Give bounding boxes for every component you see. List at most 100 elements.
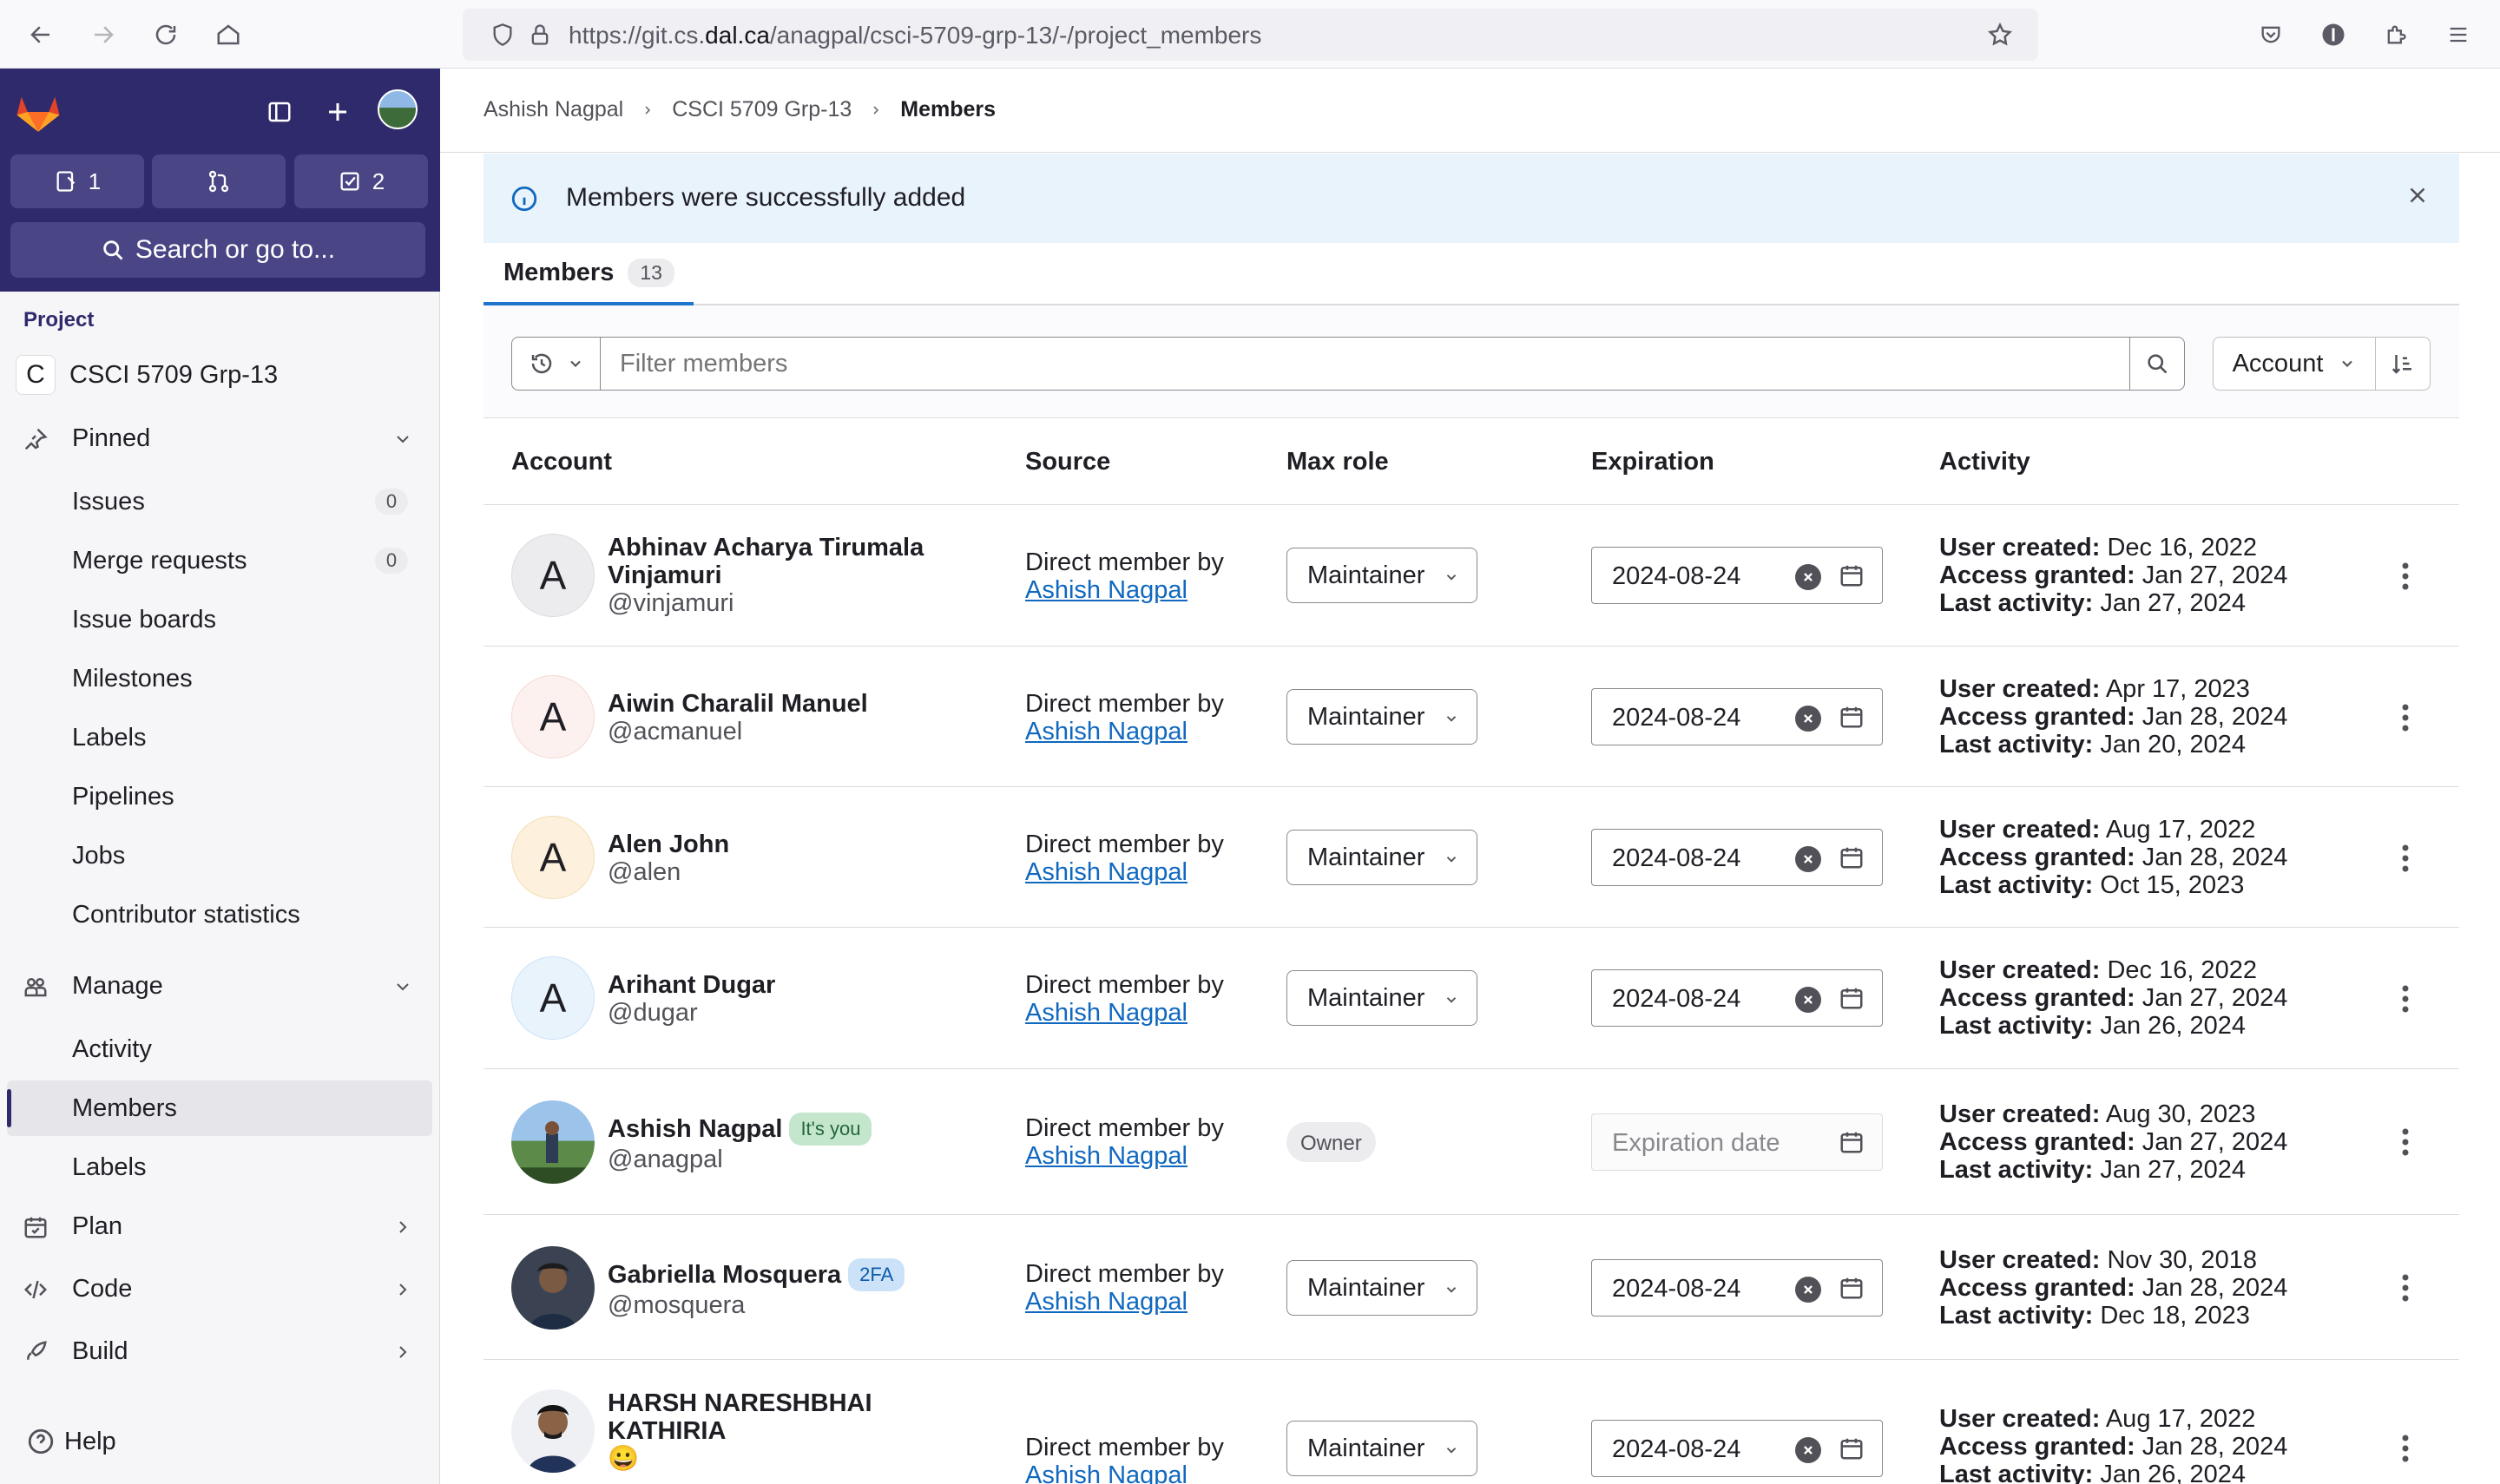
clear-icon[interactable] bbox=[1795, 1437, 1821, 1463]
clear-icon[interactable] bbox=[1795, 987, 1821, 1013]
role-dropdown[interactable]: Maintainer bbox=[1286, 689, 1477, 745]
source-user-link[interactable]: Ashish Nagpal bbox=[1025, 858, 1224, 886]
todos-counter-button[interactable]: 2 bbox=[294, 154, 428, 208]
url-text[interactable]: https://git.cs.dal.ca/anagpal/csci-5709-… bbox=[569, 22, 1261, 49]
calendar-icon[interactable] bbox=[1839, 844, 1865, 870]
source-user-link[interactable]: Ashish Nagpal bbox=[1025, 1142, 1224, 1170]
merge-requests-counter-button[interactable] bbox=[152, 154, 286, 208]
extension-info-icon[interactable] bbox=[2312, 14, 2354, 56]
member-name[interactable]: Abhinav Acharya Tirumala Vinjamuri @vinja… bbox=[608, 534, 972, 617]
role-dropdown[interactable]: Maintainer bbox=[1286, 1260, 1477, 1316]
expiration-date-input[interactable]: 2024-08-24 bbox=[1591, 1420, 1883, 1477]
breadcrumb-current[interactable]: Members bbox=[900, 97, 996, 122]
member-name[interactable]: Gabriella Mosquera 2FA @mosquera bbox=[608, 1258, 1016, 1319]
sort-direction-button[interactable] bbox=[2375, 337, 2431, 391]
source-user-link[interactable]: Ashish Nagpal bbox=[1025, 1288, 1224, 1316]
expiration-date-input[interactable]: 2024-08-24 bbox=[1591, 829, 1883, 886]
sidebar-item-manage-labels[interactable]: Labels bbox=[0, 1139, 440, 1195]
clear-icon[interactable] bbox=[1795, 706, 1821, 732]
sidebar-item-merge-requests[interactable]: Merge requests 0 bbox=[0, 533, 440, 588]
avatar[interactable]: A bbox=[511, 816, 595, 899]
more-actions-icon[interactable] bbox=[2390, 1267, 2421, 1309]
breadcrumb-user[interactable]: Ashish Nagpal bbox=[484, 97, 623, 122]
more-actions-icon[interactable] bbox=[2390, 697, 2421, 739]
clear-icon[interactable] bbox=[1795, 1277, 1821, 1303]
close-icon[interactable] bbox=[2405, 182, 2431, 208]
sidebar-item-members[interactable]: Members bbox=[7, 1080, 432, 1136]
sidebar-item-pipelines[interactable]: Pipelines bbox=[0, 769, 440, 824]
role-dropdown[interactable]: Maintainer bbox=[1286, 1421, 1477, 1476]
expiration-date-input[interactable]: 2024-08-24 bbox=[1591, 547, 1883, 604]
pocket-icon[interactable] bbox=[2250, 14, 2292, 56]
hamburger-menu-icon[interactable] bbox=[2438, 14, 2479, 56]
extensions-puzzle-icon[interactable] bbox=[2375, 14, 2417, 56]
sidebar-item-contributor-statistics[interactable]: Contributor statistics bbox=[0, 887, 440, 942]
shield-icon[interactable] bbox=[490, 23, 515, 47]
gitlab-logo-icon[interactable] bbox=[14, 88, 62, 136]
expiration-date-input[interactable]: 2024-08-24 bbox=[1591, 688, 1883, 745]
sidebar-item-issue-boards[interactable]: Issue boards bbox=[0, 592, 440, 647]
filter-search-button[interactable] bbox=[2129, 337, 2185, 391]
expiration-date-input[interactable]: 2024-08-24 bbox=[1591, 969, 1883, 1027]
calendar-icon[interactable] bbox=[1839, 562, 1865, 588]
user-avatar[interactable] bbox=[378, 89, 418, 129]
sidebar-item-labels[interactable]: Labels bbox=[0, 710, 440, 765]
bookmark-star-icon[interactable] bbox=[1987, 22, 2013, 48]
member-name[interactable]: Aiwin Charalil Manuel @acmanuel bbox=[608, 690, 972, 745]
sidebar-item-issues[interactable]: Issues 0 bbox=[0, 474, 440, 529]
sidebar-item-build[interactable]: Build bbox=[0, 1323, 440, 1379]
issues-counter-button[interactable]: 1 bbox=[10, 154, 144, 208]
member-name[interactable]: Ashish Nagpal It's you @anagpal bbox=[608, 1113, 1016, 1173]
lock-icon[interactable] bbox=[528, 23, 552, 47]
sidebar-toggle-icon[interactable] bbox=[260, 92, 299, 132]
plus-icon[interactable] bbox=[318, 92, 358, 132]
project-link[interactable]: C CSCI 5709 Grp-13 bbox=[16, 355, 278, 395]
avatar[interactable] bbox=[511, 1389, 595, 1473]
sort-field-dropdown[interactable]: Account bbox=[2213, 337, 2376, 391]
recent-searches-button[interactable] bbox=[511, 337, 601, 391]
avatar[interactable] bbox=[511, 1100, 595, 1184]
sidebar-item-jobs[interactable]: Jobs bbox=[0, 828, 440, 883]
sidebar-item-milestones[interactable]: Milestones bbox=[0, 651, 440, 706]
calendar-icon[interactable] bbox=[1839, 1435, 1865, 1461]
role-dropdown[interactable]: Maintainer bbox=[1286, 548, 1477, 603]
home-icon[interactable] bbox=[207, 14, 249, 56]
expiration-date-input[interactable]: 2024-08-24 bbox=[1591, 1259, 1883, 1317]
clear-icon[interactable] bbox=[1795, 846, 1821, 872]
source-user-link[interactable]: Ashish Nagpal bbox=[1025, 576, 1224, 604]
sidebar-item-activity[interactable]: Activity bbox=[0, 1021, 440, 1077]
tab-members[interactable]: Members 13 bbox=[484, 243, 694, 305]
breadcrumb-project[interactable]: CSCI 5709 Grp-13 bbox=[672, 97, 852, 122]
more-actions-icon[interactable] bbox=[2390, 1121, 2421, 1163]
member-name[interactable]: Arihant Dugar @dugar bbox=[608, 971, 972, 1027]
avatar[interactable]: A bbox=[511, 956, 595, 1040]
source-user-link[interactable]: Ashish Nagpal bbox=[1025, 999, 1224, 1027]
role-dropdown[interactable]: Maintainer bbox=[1286, 970, 1477, 1026]
help-button[interactable]: Help bbox=[26, 1427, 116, 1456]
avatar[interactable]: A bbox=[511, 675, 595, 758]
avatar[interactable] bbox=[511, 1246, 595, 1330]
filter-members-input[interactable] bbox=[600, 337, 2136, 391]
expiration-date-input[interactable]: Expiration date bbox=[1591, 1113, 1883, 1171]
role-dropdown[interactable]: Maintainer bbox=[1286, 830, 1477, 885]
clear-icon[interactable] bbox=[1795, 564, 1821, 590]
calendar-icon[interactable] bbox=[1839, 1275, 1865, 1301]
more-actions-icon[interactable] bbox=[2390, 837, 2421, 879]
search-button[interactable]: Search or go to... bbox=[10, 222, 425, 278]
address-bar[interactable]: https://git.cs.dal.ca/anagpal/csci-5709-… bbox=[463, 9, 2038, 61]
manage-section-toggle[interactable]: Manage bbox=[0, 958, 440, 1014]
calendar-icon[interactable] bbox=[1839, 985, 1865, 1011]
back-arrow-icon[interactable] bbox=[20, 14, 62, 56]
member-name[interactable]: HARSH NARESHBHAI KATHIRIA 😀 bbox=[608, 1389, 920, 1473]
source-user-link[interactable]: Ashish Nagpal bbox=[1025, 718, 1224, 745]
forward-arrow-icon[interactable] bbox=[82, 14, 124, 56]
source-user-link[interactable]: Ashish Nagpal bbox=[1025, 1461, 1224, 1484]
sidebar-item-plan[interactable]: Plan bbox=[0, 1198, 440, 1254]
more-actions-icon[interactable] bbox=[2390, 978, 2421, 1020]
more-actions-icon[interactable] bbox=[2390, 555, 2421, 597]
more-actions-icon[interactable] bbox=[2390, 1428, 2421, 1469]
reload-icon[interactable] bbox=[145, 14, 187, 56]
pinned-section-toggle[interactable]: Pinned bbox=[0, 410, 440, 466]
sidebar-item-code[interactable]: Code bbox=[0, 1261, 440, 1317]
calendar-icon[interactable] bbox=[1839, 704, 1865, 730]
